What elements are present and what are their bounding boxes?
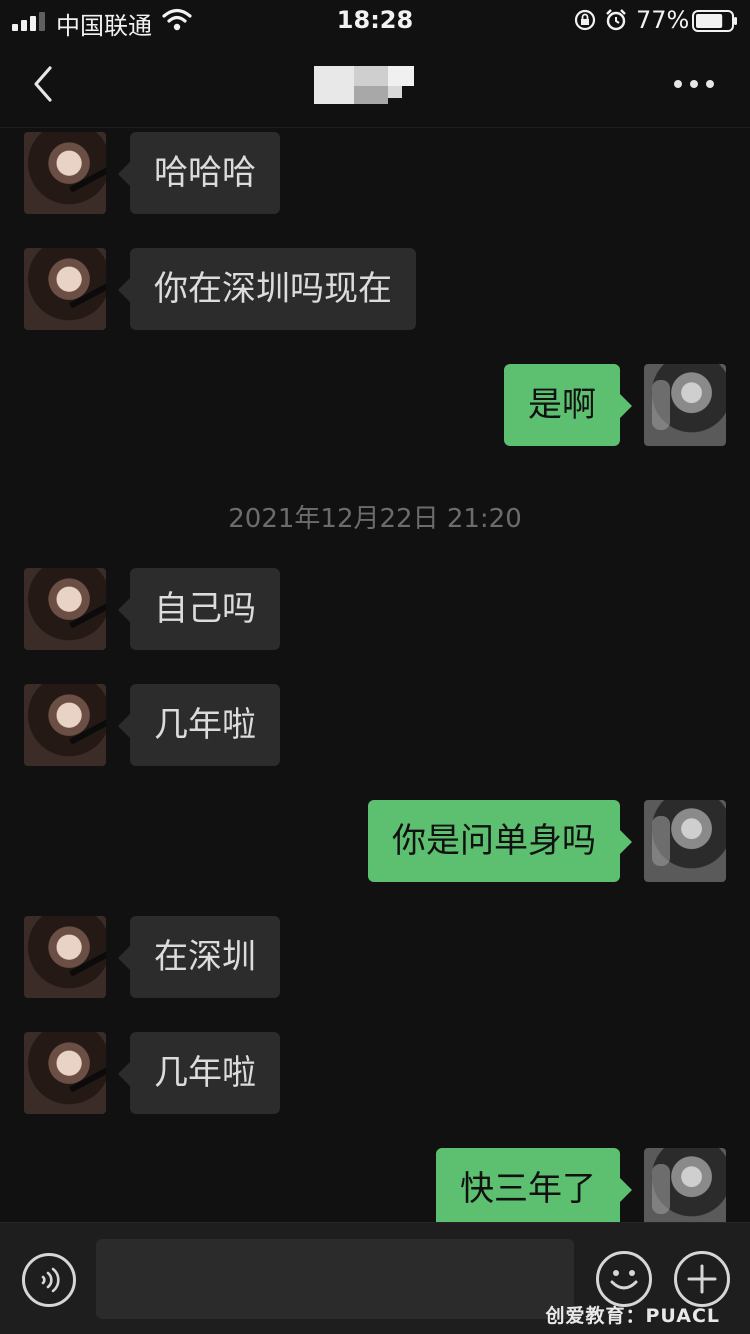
message-incoming: 你在深圳吗现在 bbox=[0, 244, 750, 330]
my-avatar[interactable] bbox=[644, 800, 726, 882]
contact-avatar[interactable] bbox=[24, 248, 106, 330]
message-incoming: 几年啦 bbox=[0, 680, 750, 766]
input-bar: 创爱教育：PUACL bbox=[0, 1222, 750, 1334]
message-bubble[interactable]: 自己吗 bbox=[118, 568, 280, 650]
chat-header bbox=[0, 42, 750, 128]
message-bubble[interactable]: 几年啦 bbox=[118, 1032, 280, 1114]
alarm-icon bbox=[606, 9, 626, 31]
message-bubble[interactable]: 在深圳 bbox=[118, 916, 280, 998]
rotation-lock-icon bbox=[574, 9, 596, 31]
plus-icon[interactable] bbox=[674, 1251, 730, 1307]
message-bubble[interactable]: 几年啦 bbox=[118, 684, 280, 766]
message-bubble[interactable]: 你是问单身吗 bbox=[368, 800, 632, 882]
message-incoming: 自己吗 bbox=[0, 564, 750, 650]
status-bar: 中国联通 18:28 77% bbox=[0, 0, 750, 42]
contact-avatar[interactable] bbox=[24, 1032, 106, 1114]
message-outgoing: 快三年了 bbox=[0, 1144, 750, 1222]
message-bubble[interactable]: 你在深圳吗现在 bbox=[118, 248, 416, 330]
message-list[interactable]: 哈哈哈 你在深圳吗现在 是啊 2021年12月22日 21:20 自己吗 几年啦… bbox=[0, 128, 750, 1222]
more-dots-icon[interactable] bbox=[674, 80, 714, 90]
my-avatar[interactable] bbox=[644, 364, 726, 446]
message-outgoing: 是啊 bbox=[0, 360, 750, 446]
contact-name-obscured bbox=[314, 66, 414, 106]
battery-percent: 77% bbox=[636, 6, 690, 34]
message-outgoing: 你是问单身吗 bbox=[0, 796, 750, 882]
my-avatar[interactable] bbox=[644, 1148, 726, 1222]
contact-avatar[interactable] bbox=[24, 916, 106, 998]
message-input[interactable] bbox=[96, 1239, 574, 1319]
message-incoming: 在深圳 bbox=[0, 912, 750, 998]
contact-avatar[interactable] bbox=[24, 132, 106, 214]
contact-avatar[interactable] bbox=[24, 568, 106, 650]
contact-avatar[interactable] bbox=[24, 684, 106, 766]
battery-icon bbox=[692, 10, 737, 32]
voice-icon[interactable] bbox=[22, 1253, 76, 1307]
chevron-left-icon[interactable] bbox=[28, 64, 58, 104]
message-bubble[interactable]: 是啊 bbox=[504, 364, 632, 446]
watermark: 创爱教育：PUACL bbox=[545, 1305, 720, 1327]
message-bubble[interactable]: 快三年了 bbox=[436, 1148, 632, 1222]
emoji-icon[interactable] bbox=[596, 1251, 652, 1307]
message-timestamp: 2021年12月22日 21:20 bbox=[228, 504, 522, 534]
message-incoming: 几年啦 bbox=[0, 1028, 750, 1114]
message-bubble[interactable]: 哈哈哈 bbox=[118, 132, 280, 214]
message-incoming: 哈哈哈 bbox=[0, 128, 750, 214]
